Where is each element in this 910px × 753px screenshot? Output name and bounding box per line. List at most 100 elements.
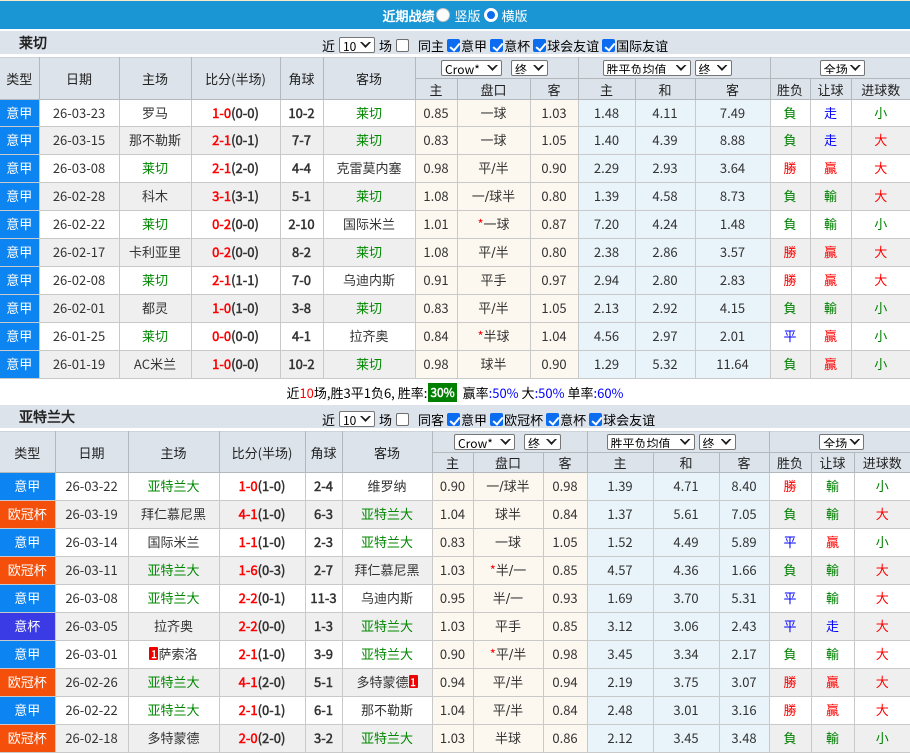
home-team-cell[interactable]: 亚特兰大 <box>127 472 220 501</box>
layout-radio-vertical[interactable]: 竖版 <box>436 6 481 25</box>
euro-odds-cell-0: 2.29 <box>577 154 636 183</box>
radio-horizontal-label[interactable]: 横版 <box>502 6 528 25</box>
league-label-1[interactable]: 意杯 <box>504 36 530 55</box>
home-team-cell[interactable]: 拉齐奥 <box>127 612 220 641</box>
handicap-away-odds-cell: 0.84 <box>542 696 588 725</box>
away-team-cell[interactable]: 亚特兰大 <box>341 724 433 753</box>
away-team-cell[interactable]: 莱切 <box>322 99 416 127</box>
home-team-cell[interactable]: 莱切 <box>118 210 192 239</box>
corner-cell: 3-9 <box>304 640 343 669</box>
handicap-away-odds-cell: 0.87 <box>529 210 579 239</box>
home-team-cell[interactable]: 莱切 <box>118 322 192 351</box>
league-checkbox-2[interactable] <box>546 412 560 426</box>
radio-checked-icon[interactable] <box>483 8 498 22</box>
home-team-cell[interactable]: 都灵 <box>118 294 192 323</box>
date-cell: 26-02-01 <box>38 294 120 323</box>
away-team-cell[interactable]: 乌迪内斯 <box>341 584 433 613</box>
odds-average-select[interactable]: 胜平负均值 <box>602 59 691 76</box>
scope-select[interactable]: 全场 <box>819 433 865 450</box>
away-team-cell[interactable]: 拜仁慕尼黑 <box>341 556 433 585</box>
away-team-cell[interactable]: 亚特兰大 <box>341 640 433 669</box>
away-team-cell[interactable]: 亚特兰大 <box>341 500 433 529</box>
home-team-name: 莱切 <box>141 158 168 177</box>
home-team-cell[interactable]: 多特蒙德 <box>127 724 220 753</box>
same-venue-label[interactable]: 同客 <box>418 410 444 429</box>
match-count-select[interactable]: 10 <box>339 410 376 427</box>
league-checkbox-0[interactable] <box>447 38 461 52</box>
league-label-2[interactable]: 球会友谊 <box>547 36 599 55</box>
score-cell: 1-0(1-0) <box>218 472 306 501</box>
league-checkbox-1[interactable] <box>490 38 504 52</box>
away-team-name: 莱切 <box>355 130 382 149</box>
home-team-cell[interactable]: 卡利亚里 <box>118 238 192 267</box>
bookmaker-select[interactable]: Crow* <box>441 59 502 76</box>
league-label-2[interactable]: 意杯 <box>560 410 586 429</box>
same-venue-label[interactable]: 同主 <box>418 36 444 55</box>
league-checkbox-2[interactable] <box>533 38 547 52</box>
odds-average-select[interactable]: 胜平负均值 <box>606 433 695 450</box>
bookmaker-select[interactable]: Crow* <box>454 433 515 450</box>
home-team-cell[interactable]: 罗马 <box>118 99 192 127</box>
radio-vertical-label[interactable]: 竖版 <box>454 6 480 25</box>
radio-unchecked-icon[interactable] <box>436 8 451 22</box>
euro-odds-cell-0: 3.12 <box>586 612 654 641</box>
league-label-3[interactable]: 球会友谊 <box>603 410 655 429</box>
sub-header-8: 进球数 <box>853 452 910 473</box>
odds-average-select-wrap: 胜平负均值 <box>602 59 691 78</box>
home-team-cell[interactable]: 拜仁慕尼黑 <box>127 500 220 529</box>
home-team-cell[interactable]: 亚特兰大 <box>127 696 220 725</box>
corner-cell: 4-4 <box>279 154 324 183</box>
home-team-cell[interactable]: 国际米兰 <box>127 528 220 557</box>
away-team-cell[interactable]: 莱切 <box>322 294 416 323</box>
home-team-cell[interactable]: 莱切 <box>118 266 192 295</box>
section-team-name: 莱切 <box>19 32 47 53</box>
euro-odds-cell-2: 3.57 <box>694 238 771 267</box>
handicap-time-select[interactable]: 终 <box>511 59 548 76</box>
score-cell: 1-0(0-0) <box>190 350 281 379</box>
odds-time-select[interactable]: 终 <box>698 433 736 450</box>
same-venue-checkbox[interactable] <box>396 38 410 52</box>
away-team-cell[interactable]: 拉齐奥 <box>322 322 416 351</box>
away-team-cell[interactable]: 那不勒斯 <box>341 696 433 725</box>
league-label-0[interactable]: 意甲 <box>461 410 487 429</box>
league-checkbox-3[interactable] <box>589 412 603 426</box>
away-team-cell[interactable]: 亚特兰大 <box>341 528 433 557</box>
handicap-value: 平手 <box>480 270 507 289</box>
home-team-cell[interactable]: 科木 <box>118 182 192 211</box>
home-team-cell[interactable]: 亚特兰大 <box>127 584 220 613</box>
match-count-select[interactable]: 10 <box>339 36 376 53</box>
home-team-cell[interactable]: 亚特兰大 <box>127 668 220 697</box>
away-team-cell[interactable]: 乌迪内斯 <box>322 266 416 295</box>
away-team-cell[interactable]: 国际米兰 <box>322 210 416 239</box>
home-team-cell[interactable]: 1 萨索洛 <box>127 640 220 669</box>
league-checkbox-3[interactable] <box>602 38 616 52</box>
away-team-cell[interactable]: 克雷莫内塞 <box>322 154 416 183</box>
handicap-result-cell: 輸 <box>810 472 855 501</box>
away-team-cell[interactable]: 亚特兰大 <box>341 612 433 641</box>
page-title: 近期战绩 <box>382 5 435 25</box>
euro-odds-cell-0: 1.69 <box>586 584 654 613</box>
away-team-cell[interactable]: 维罗纳 <box>341 472 433 501</box>
away-team-cell[interactable]: 莱切 <box>322 350 416 379</box>
league-label-1[interactable]: 欧冠杯 <box>504 410 543 429</box>
home-team-cell[interactable]: 亚特兰大 <box>127 556 220 585</box>
filter-games-label: 场 <box>379 409 393 429</box>
away-team-cell[interactable]: 莱切 <box>322 238 416 267</box>
away-team-cell[interactable]: 莱切 <box>322 126 416 155</box>
odds-time-select[interactable]: 终 <box>694 59 732 76</box>
scope-select[interactable]: 全场 <box>819 59 865 76</box>
same-venue-checkbox[interactable] <box>396 412 410 426</box>
layout-radio-horizontal[interactable]: 横版 <box>483 6 528 25</box>
handicap-time-select[interactable]: 终 <box>524 433 561 450</box>
league-checkbox-1[interactable] <box>490 412 504 426</box>
league-label-0[interactable]: 意甲 <box>461 36 487 55</box>
league-checkbox-0[interactable] <box>447 412 461 426</box>
away-team-cell[interactable]: 莱切 <box>322 182 416 211</box>
league-label-3[interactable]: 国际友谊 <box>616 36 668 55</box>
home-team-cell[interactable]: AC米兰 <box>118 350 192 379</box>
home-team-cell[interactable]: 那不勒斯 <box>118 126 192 155</box>
away-team-cell[interactable]: 多特蒙德 1 <box>341 668 433 697</box>
home-team-cell[interactable]: 莱切 <box>118 154 192 183</box>
handicap-result-cell: 走 <box>810 612 855 641</box>
sub-header-1: 盘口 <box>472 452 544 473</box>
